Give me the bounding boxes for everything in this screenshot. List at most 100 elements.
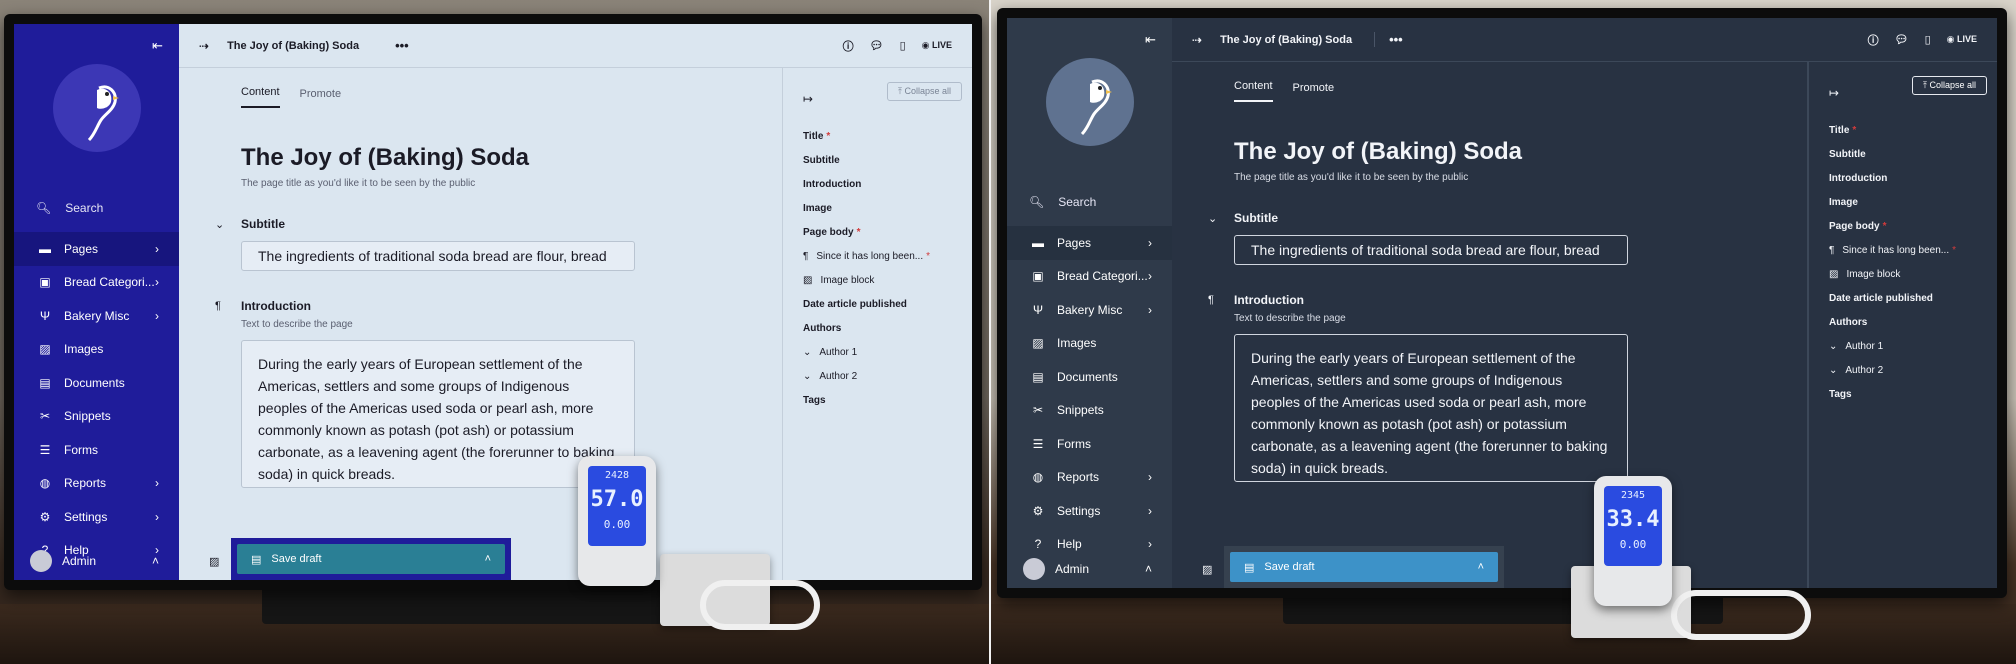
collapse-sidebar-icon[interactable]: ⇤ (1145, 32, 1156, 48)
sidebar-item-reports[interactable]: ◍ Reports › (14, 467, 179, 501)
comment-icon[interactable]: 💬︎ (1895, 33, 1909, 46)
page-title[interactable]: The Joy of (Baking) Soda (241, 144, 720, 172)
sidebar-item-label: Bakery Misc (1057, 302, 1123, 317)
meter-top-reading: 2345 (1620, 490, 1646, 501)
mobile-preview-icon[interactable]: ▯ (900, 39, 906, 52)
outline-item[interactable]: ¶ Since it has long been... * (1829, 238, 1997, 262)
tab-bar: Content Promote (1234, 62, 1745, 102)
page-title[interactable]: The Joy of (Baking) Soda (1234, 138, 1745, 166)
more-actions-icon[interactable]: ••• (381, 38, 409, 53)
sidebar-item-pages[interactable]: ▬ Pages › (1007, 226, 1172, 260)
outline-item[interactable]: Tags (803, 388, 972, 412)
outline-item[interactable]: Title * (1829, 118, 1997, 142)
outline-item[interactable]: ▨ Image block (803, 268, 972, 292)
cogs-icon: ⚙ (39, 509, 51, 524)
outline-item[interactable]: ¶ Since it has long been... * (803, 244, 972, 268)
main-area: ⇢ The Joy of (Baking) Soda ••• ⓘ 💬︎ ▯ ◉ … (1172, 18, 1997, 588)
save-draft-button[interactable]: ▤ Save draft ˄ (1230, 552, 1498, 582)
subtitle-input[interactable]: The ingredients of traditional soda brea… (241, 241, 635, 271)
globe-icon: ◍ (39, 476, 51, 491)
chevron-right-icon: › (1148, 503, 1152, 518)
account-menu[interactable]: Admin ˄ (1007, 556, 1172, 582)
sidebar-item-forms[interactable]: ☰ Forms (1007, 427, 1172, 461)
arrow-right-icon[interactable]: ⇢ (1192, 33, 1202, 47)
utensils-icon: Ψ (39, 308, 51, 323)
sidebar-item-reports[interactable]: ◍ Reports › (1007, 461, 1172, 495)
wagtail-logo[interactable] (52, 64, 141, 152)
info-icon[interactable]: ⓘ (843, 38, 854, 54)
arrow-right-icon[interactable]: ⇢ (199, 39, 209, 53)
chevron-up-icon[interactable]: ˄ (1478, 561, 1484, 573)
live-status[interactable]: ◉ LIVE (922, 40, 952, 51)
outline-item[interactable]: Subtitle (803, 148, 972, 172)
outline-item[interactable]: Date article published (803, 292, 972, 316)
outline-item[interactable]: Authors (1829, 310, 1997, 334)
sidebar-item-label: Pages (1057, 235, 1092, 250)
more-actions-icon[interactable]: ••• (1374, 32, 1403, 47)
chevron-circle-icon[interactable]: ⌄ (1208, 212, 1217, 225)
subtitle-input[interactable]: The ingredients of traditional soda brea… (1234, 235, 1628, 265)
chevron-right-icon: › (155, 241, 159, 256)
sidebar-item-bread-categories[interactable]: ▣ Bread Categori... › (1007, 260, 1172, 294)
header-bar: ⇢ The Joy of (Baking) Soda ••• ⓘ 💬︎ ▯ ◉ … (179, 24, 972, 68)
cable (1671, 590, 1811, 640)
outline-list: Title * Subtitle Introduction Image Page … (1829, 118, 1997, 406)
collapse-all-button[interactable]: ⤒ Collapse all (1911, 76, 1987, 95)
outline-item[interactable]: ▨ Image block (1829, 262, 1997, 286)
sidebar-item-settings[interactable]: ⚙ Settings › (1007, 494, 1172, 528)
sidebar-item-snippets[interactable]: ✂ Snippets (1007, 394, 1172, 428)
outline-item[interactable]: Date article published (1829, 286, 1997, 310)
mobile-preview-icon[interactable]: ▯ (1925, 33, 1931, 46)
sidebar-item-images[interactable]: ▨ Images (14, 333, 179, 367)
outline-item[interactable]: Subtitle (1829, 142, 1997, 166)
save-draft-button[interactable]: ▤ Save draft ˄ (237, 544, 505, 574)
toggle-panel-icon[interactable]: ↦ (1829, 86, 1839, 100)
tab-promote[interactable]: Promote (300, 88, 342, 108)
info-icon[interactable]: ⓘ (1868, 32, 1879, 48)
tab-content[interactable]: Content (1234, 80, 1273, 102)
introduction-textarea[interactable]: During the early years of European settl… (1234, 334, 1628, 482)
tab-promote[interactable]: Promote (1293, 82, 1335, 102)
toggle-panel-icon[interactable]: ↦ (803, 92, 813, 106)
search-input[interactable]: 🔍︎ Search (14, 194, 179, 222)
outline-item[interactable]: Image (803, 196, 972, 220)
outline-item[interactable]: ⌄ Author 2 (1829, 358, 1997, 382)
sidebar-item-forms[interactable]: ☰ Forms (14, 433, 179, 467)
outline-item[interactable]: Authors (803, 316, 972, 340)
outline-item[interactable]: ⌄ Author 1 (803, 340, 972, 364)
page-breadcrumb-title[interactable]: The Joy of (Baking) Soda (227, 40, 359, 52)
outline-item[interactable]: Page body * (803, 220, 972, 244)
chevron-up-icon[interactable]: ˄ (485, 553, 491, 565)
outline-item[interactable]: Image (1829, 190, 1997, 214)
sidebar-item-images[interactable]: ▨ Images (1007, 327, 1172, 361)
sidebar-item-documents[interactable]: ▤ Documents (14, 366, 179, 400)
introduction-textarea[interactable]: During the early years of European settl… (241, 340, 635, 488)
outline-item[interactable]: Page body * (1829, 214, 1997, 238)
sidebar-item-settings[interactable]: ⚙ Settings › (14, 500, 179, 534)
outline-item[interactable]: Title * (803, 124, 972, 148)
outline-item[interactable]: ⌄ Author 1 (1829, 334, 1997, 358)
wagtail-logo[interactable] (1045, 58, 1134, 146)
sidebar: ⇤ 🔍︎ Search ▬ Pages › ▣ Bread Categori... › (1007, 18, 1172, 588)
sidebar-item-pages[interactable]: ▬ Pages › (14, 232, 179, 266)
comment-icon[interactable]: 💬︎ (870, 39, 884, 52)
collapse-all-button[interactable]: ⤒ Collapse all (886, 82, 962, 101)
sidebar-item-snippets[interactable]: ✂ Snippets (14, 400, 179, 434)
account-name: Admin (1055, 562, 1090, 576)
help-icon: ? (1034, 537, 1042, 552)
collapse-sidebar-icon[interactable]: ⇤ (152, 38, 163, 54)
sidebar-item-bread-categories[interactable]: ▣ Bread Categori... › (14, 266, 179, 300)
sidebar-item-documents[interactable]: ▤ Documents (1007, 360, 1172, 394)
outline-item[interactable]: Introduction (803, 172, 972, 196)
chevron-circle-icon[interactable]: ⌄ (215, 218, 224, 231)
tab-content[interactable]: Content (241, 86, 280, 108)
outline-item[interactable]: Tags (1829, 382, 1997, 406)
page-breadcrumb-title[interactable]: The Joy of (Baking) Soda (1220, 34, 1352, 46)
sidebar-item-bakery-misc[interactable]: Ψ Bakery Misc › (1007, 293, 1172, 327)
sidebar-item-bakery-misc[interactable]: Ψ Bakery Misc › (14, 299, 179, 333)
account-menu[interactable]: Admin ˄ (14, 548, 179, 574)
search-input[interactable]: 🔍︎ Search (1007, 188, 1172, 216)
live-status[interactable]: ◉ LIVE (1947, 34, 1977, 45)
outline-item[interactable]: ⌄ Author 2 (803, 364, 972, 388)
outline-item[interactable]: Introduction (1829, 166, 1997, 190)
